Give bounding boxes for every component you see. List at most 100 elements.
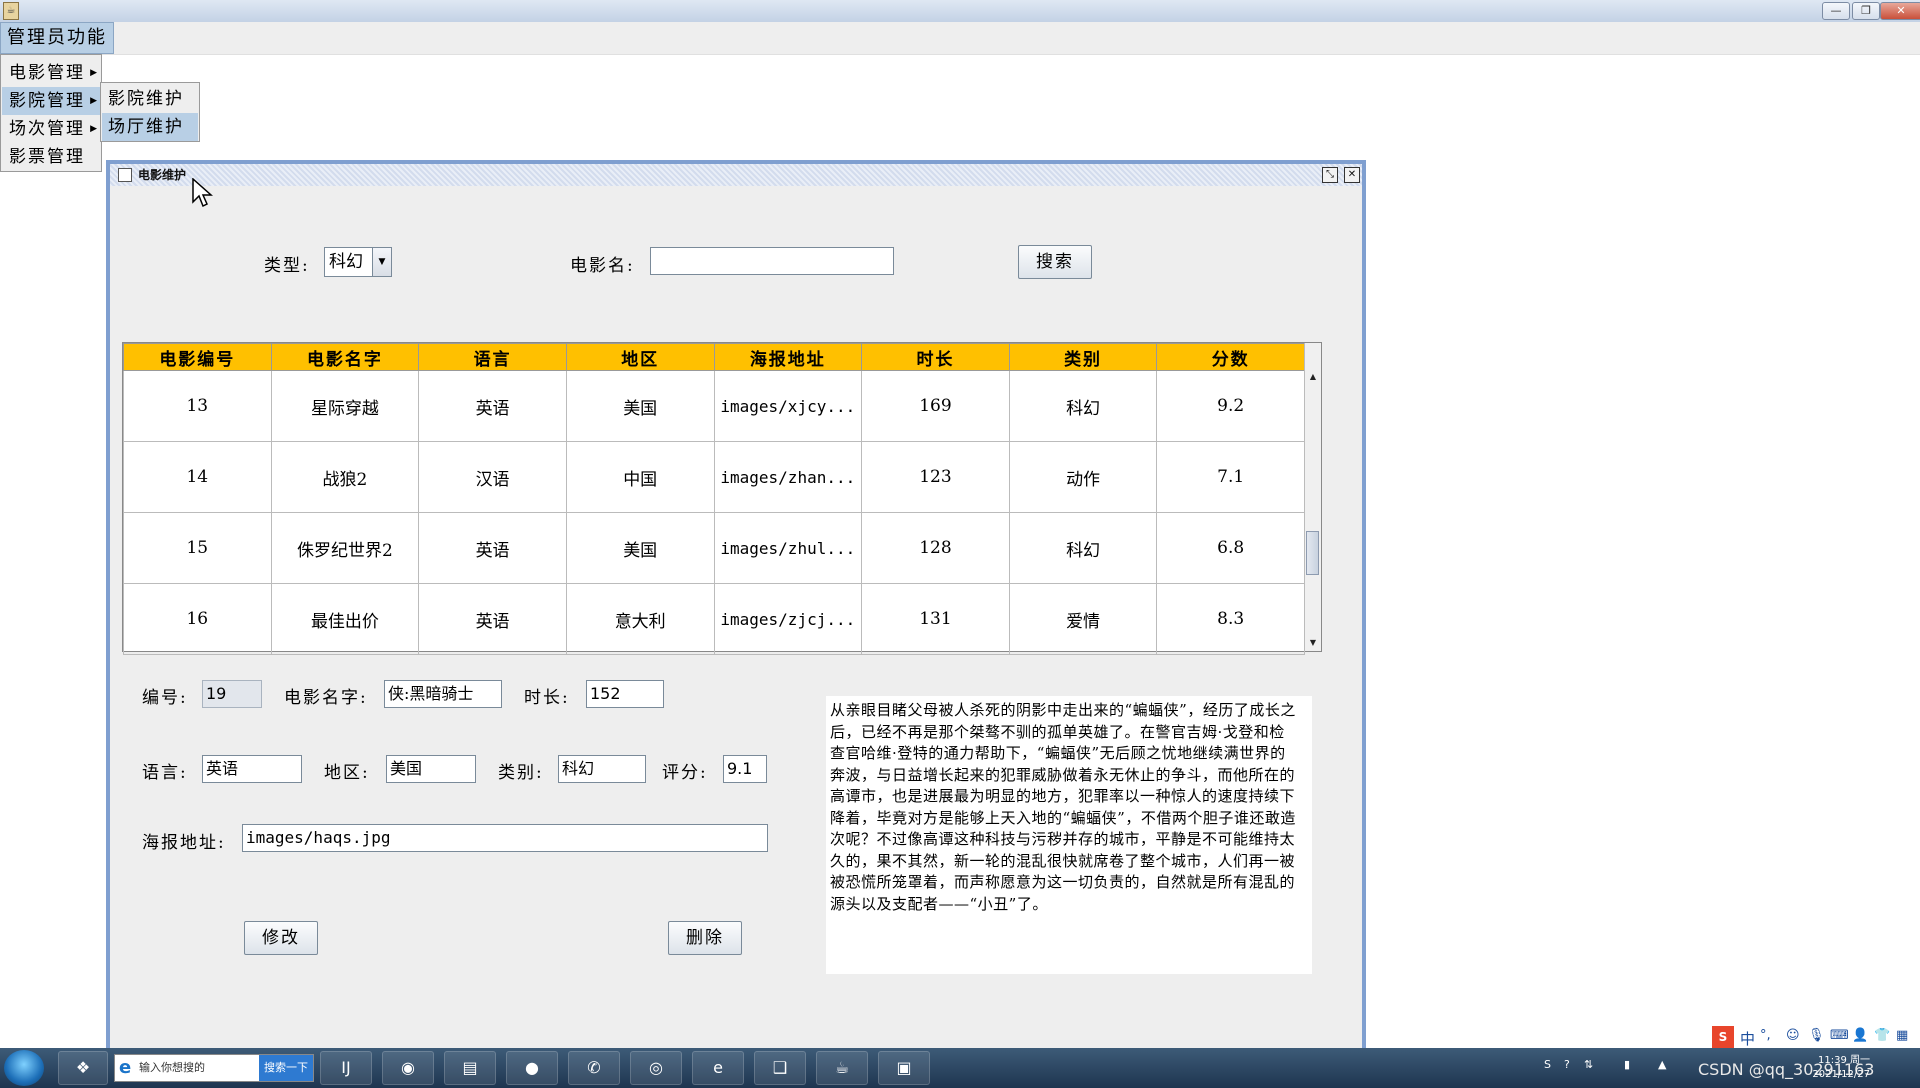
ime-mode[interactable]: 中	[1740, 1028, 1755, 1049]
table-cell[interactable]: 爱情	[1008, 583, 1158, 655]
submenu-item-hall-maintenance[interactable]: 场厅维护	[102, 113, 198, 141]
column-header[interactable]: 时长	[861, 343, 1010, 371]
column-header[interactable]: 海报地址	[713, 343, 863, 371]
battery-icon[interactable]: ▮	[1624, 1058, 1630, 1071]
table-cell[interactable]: 英语	[418, 512, 567, 584]
search-button[interactable]: 搜索	[1018, 245, 1092, 279]
score-field[interactable]: 9.1	[723, 755, 767, 783]
restore-icon[interactable]: ❐	[1852, 2, 1880, 20]
table-cell[interactable]: 科幻	[1008, 370, 1158, 442]
sogou-tray-icon[interactable]: S	[1544, 1058, 1551, 1071]
column-header[interactable]: 语言	[418, 343, 567, 371]
folder-icon[interactable]: ❑	[754, 1051, 806, 1085]
sogou-icon[interactable]: S	[1712, 1026, 1734, 1048]
table-cell[interactable]: 动作	[1008, 441, 1158, 513]
table-cell[interactable]: 汉语	[418, 441, 567, 513]
firefox-icon[interactable]: ◉	[382, 1051, 434, 1085]
menu-item-session-management[interactable]: 场次管理 ▶	[2, 115, 100, 143]
ime-punct[interactable]: °,	[1760, 1028, 1771, 1043]
table-cell[interactable]: 128	[861, 512, 1010, 584]
table-cell[interactable]: 战狼2	[270, 441, 420, 513]
table-cell[interactable]: 123	[861, 441, 1010, 513]
modify-button[interactable]: 修改	[244, 921, 318, 955]
category-field[interactable]: 科幻	[558, 755, 646, 783]
table-cell[interactable]: 16	[123, 583, 272, 655]
wechat-icon[interactable]: ✆	[568, 1051, 620, 1085]
duration-field[interactable]: 152	[586, 680, 664, 708]
ime-toolbar[interactable]: S 中 °, ☺ 🎙 ⌨ 👤 👕 ▦	[1712, 1026, 1918, 1048]
menu-admin[interactable]: 管理员功能	[0, 22, 114, 54]
table-vertical-scrollbar[interactable]: ▲ ▼	[1304, 343, 1321, 651]
table-cell[interactable]: images/zhul...	[713, 512, 863, 584]
taskbar-search-button[interactable]: 搜索一下	[259, 1055, 313, 1081]
clock[interactable]: 11:39 周一 2021/12/27	[1800, 1054, 1870, 1082]
chrome-icon[interactable]: ◎	[630, 1051, 682, 1085]
table-cell[interactable]: 7.1	[1156, 441, 1305, 513]
chevron-down-icon[interactable]: ▼	[372, 248, 391, 276]
table-row[interactable]: 14 战狼2 汉语 中国 images/zhan... 123 动作 7.1	[123, 441, 1305, 513]
table-cell[interactable]: 科幻	[1008, 512, 1158, 584]
table-cell[interactable]: 8.3	[1156, 583, 1305, 655]
tray-expand-icon[interactable]: ▲	[1658, 1058, 1666, 1071]
menu-item-ticket-management[interactable]: 影票管理	[2, 143, 100, 171]
column-header[interactable]: 电影名字	[270, 343, 420, 371]
mic-icon[interactable]: 🎙	[1808, 1028, 1825, 1043]
help-icon[interactable]: ?	[1564, 1058, 1570, 1071]
table-cell[interactable]: 美国	[565, 370, 715, 442]
table-row[interactable]: 16 最佳出价 英语 意大利 images/zjcj... 131 爱情 8.3	[123, 583, 1305, 655]
windows-flag-icon[interactable]: ❖	[58, 1051, 108, 1085]
table-cell[interactable]: images/zjcj...	[713, 583, 863, 655]
close-icon[interactable]: ✕	[1880, 2, 1920, 20]
poster-field[interactable]: images/haqs.jpg	[242, 824, 768, 852]
table-row[interactable]: 13 星际穿越 英语 美国 images/xjcy... 169 科幻 9.2	[123, 370, 1305, 442]
table-cell[interactable]: 英语	[418, 583, 567, 655]
table-cell[interactable]: 169	[861, 370, 1010, 442]
minimize-icon[interactable]: —	[1822, 2, 1850, 20]
scroll-up-icon[interactable]: ▲	[1306, 369, 1320, 385]
table-cell[interactable]: 侏罗纪世界2	[270, 512, 420, 584]
scrollbar-thumb[interactable]	[1306, 531, 1319, 575]
table-cell[interactable]: 星际穿越	[270, 370, 420, 442]
frame-restore-icon[interactable]: ⤡	[1322, 167, 1338, 183]
column-header[interactable]: 电影编号	[123, 343, 272, 371]
table-cell[interactable]: 中国	[565, 441, 715, 513]
browser-icon[interactable]: e	[692, 1051, 744, 1085]
table-cell[interactable]: 14	[123, 441, 272, 513]
keyboard-icon[interactable]: ⌨	[1830, 1028, 1849, 1043]
submenu-item-cinema-maintenance[interactable]: 影院维护	[102, 85, 198, 113]
description-textarea[interactable]: 从亲眼目睹父母被人杀死的阴影中走出来的“蝙蝠侠”，经历了成长之后，已经不再是那个…	[826, 696, 1312, 974]
table-cell[interactable]: 美国	[565, 512, 715, 584]
table-cell[interactable]: 131	[861, 583, 1010, 655]
table-cell[interactable]: 13	[123, 370, 272, 442]
window-titlebar[interactable]: ☕ — ❐ ✕	[0, 0, 1920, 23]
table-cell[interactable]: 意大利	[565, 583, 715, 655]
start-button-icon[interactable]	[4, 1050, 44, 1086]
table-cell[interactable]: images/zhan...	[713, 441, 863, 513]
network-icon[interactable]: ⇅	[1584, 1058, 1593, 1071]
menu-item-movie-management[interactable]: 电影管理 ▶	[2, 59, 100, 87]
intellij-icon[interactable]: IJ	[320, 1051, 372, 1085]
column-header[interactable]: 分数	[1156, 343, 1305, 371]
java-app-running-icon[interactable]: ▣	[878, 1051, 930, 1085]
delete-button[interactable]: 删除	[668, 921, 742, 955]
language-field[interactable]: 英语	[202, 755, 302, 783]
table-cell[interactable]: 最佳出价	[270, 583, 420, 655]
table-cell[interactable]: 6.8	[1156, 512, 1305, 584]
java-icon[interactable]: ☕	[816, 1051, 868, 1085]
movie-name-search-input[interactable]	[650, 247, 894, 275]
type-combobox[interactable]: 科幻 ▼	[324, 247, 392, 277]
frame-close-icon[interactable]: ✕	[1344, 167, 1360, 183]
menu-item-cinema-management[interactable]: 影院管理 ▶	[2, 87, 100, 115]
column-header[interactable]: 地区	[565, 343, 715, 371]
skin-icon[interactable]: 👕	[1874, 1028, 1890, 1043]
column-header[interactable]: 类别	[1008, 343, 1158, 371]
taskbar-search-input[interactable]: 输入你想搜的	[139, 1055, 205, 1081]
emoji-icon[interactable]: ☺	[1786, 1028, 1800, 1043]
user-icon[interactable]: 👤	[1852, 1028, 1868, 1043]
frame-titlebar[interactable]: 电影维护 ⤡ ✕	[110, 164, 1362, 186]
scroll-down-icon[interactable]: ▼	[1306, 635, 1320, 651]
table-cell[interactable]: 英语	[418, 370, 567, 442]
table-cell[interactable]: 9.2	[1156, 370, 1305, 442]
region-field[interactable]: 美国	[386, 755, 476, 783]
app-icon[interactable]: ●	[506, 1051, 558, 1085]
